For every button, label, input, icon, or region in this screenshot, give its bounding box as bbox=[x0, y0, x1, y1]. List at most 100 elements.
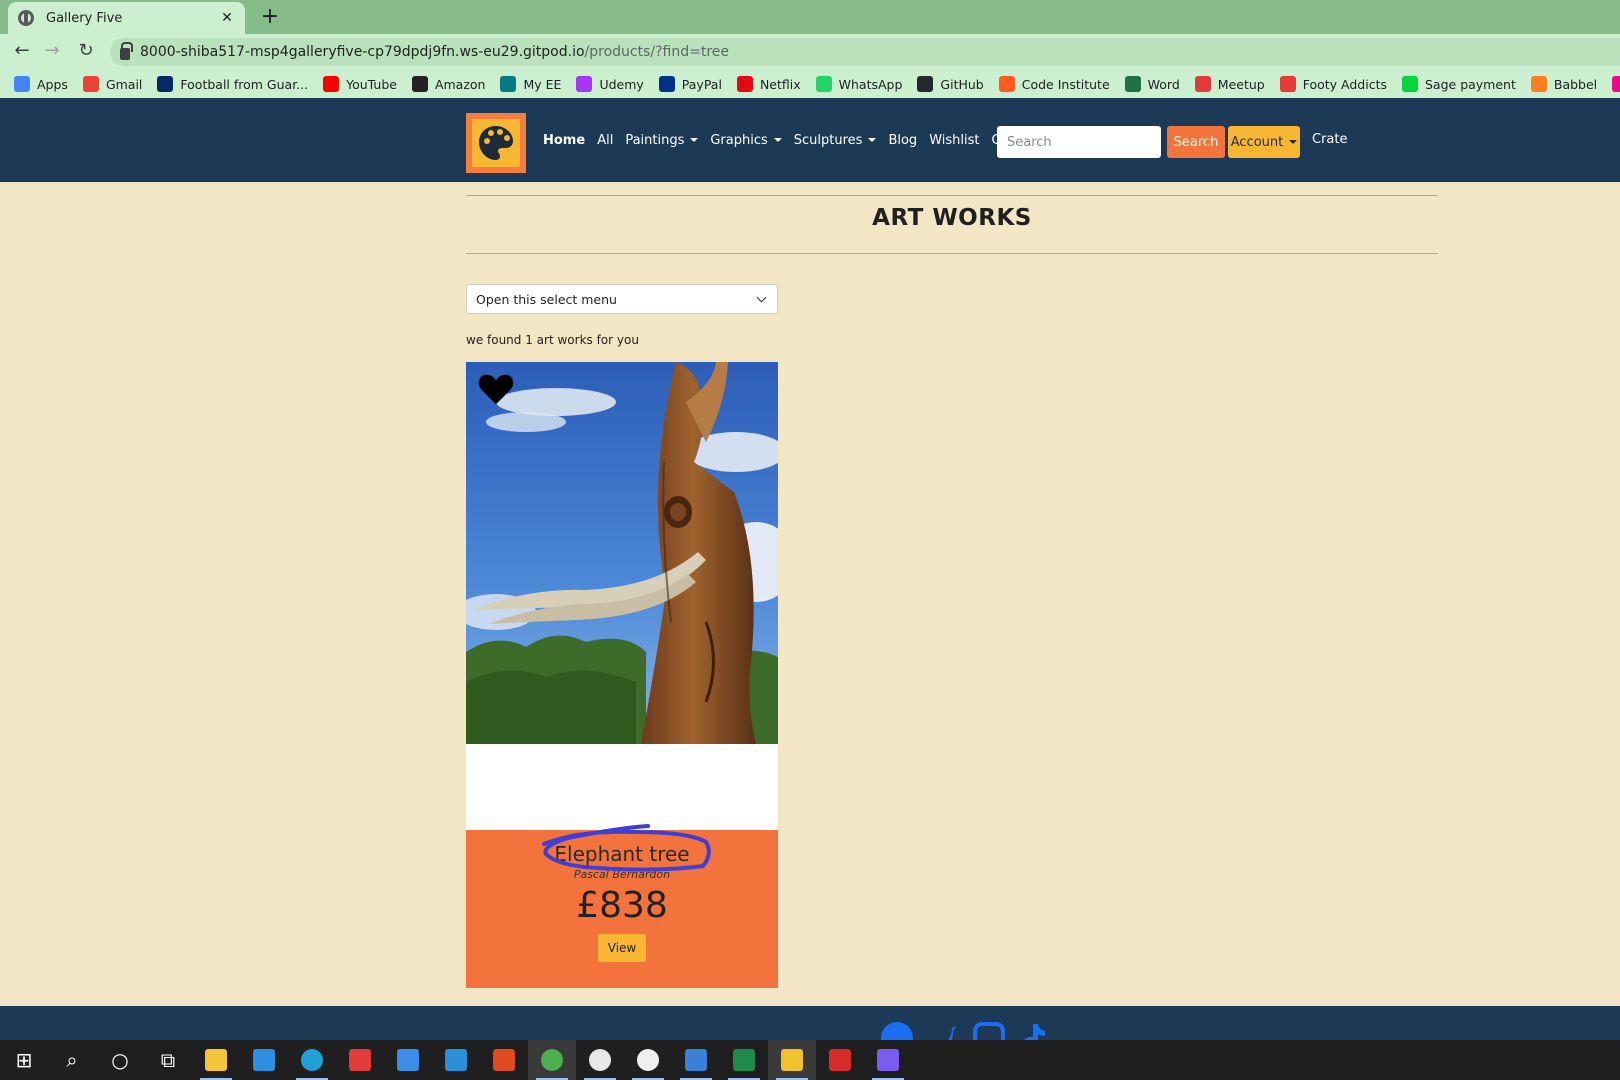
nav-home[interactable]: Home bbox=[543, 133, 585, 148]
tiktok-icon[interactable] bbox=[1017, 1022, 1049, 1040]
twitter-icon[interactable] bbox=[926, 1022, 958, 1040]
bookmark-label: WhatsApp bbox=[838, 76, 903, 92]
file-explorer-icon[interactable] bbox=[192, 1040, 240, 1080]
facebook-icon[interactable] bbox=[881, 1022, 913, 1040]
browser-tab[interactable]: Gallery Five ✕ bbox=[8, 2, 245, 34]
caret-down-icon bbox=[868, 138, 877, 142]
bookmark-pluralsight[interactable]: Pluralsight bbox=[1612, 76, 1620, 92]
chrome-icon[interactable] bbox=[528, 1040, 576, 1080]
github-icon bbox=[917, 76, 934, 92]
task-view-icon[interactable]: ⧉ bbox=[144, 1040, 192, 1080]
view-product-button[interactable]: View bbox=[597, 934, 647, 962]
product-image[interactable] bbox=[466, 362, 778, 744]
nav-graphics[interactable]: Graphics bbox=[710, 133, 782, 148]
bookmark-github[interactable]: GitHub bbox=[917, 76, 984, 92]
wishlist-heart-icon[interactable] bbox=[477, 371, 515, 407]
slack-icon[interactable] bbox=[576, 1040, 624, 1080]
nav-wishlist[interactable]: Wishlist bbox=[929, 133, 979, 148]
bookmark-label: Amazon bbox=[434, 76, 486, 92]
bookmark-paypal[interactable]: PayPal bbox=[658, 76, 722, 92]
paint-drop-icon[interactable] bbox=[864, 1040, 912, 1080]
bookmark-udemy[interactable]: Udemy bbox=[576, 76, 644, 92]
page-title: ART WORKS bbox=[872, 205, 1032, 231]
site-search-input[interactable] bbox=[997, 126, 1161, 158]
sort-select[interactable]: Open this select menu bbox=[466, 284, 778, 314]
site-search-button[interactable]: Search bbox=[1167, 126, 1225, 158]
bookmark-football-from-guar[interactable]: Football from Guar... bbox=[157, 76, 308, 92]
bookmark-gmail[interactable]: Gmail bbox=[82, 76, 143, 92]
site-logo[interactable] bbox=[466, 113, 526, 173]
lock-icon bbox=[120, 42, 133, 60]
divider-bottom bbox=[466, 253, 1438, 254]
bookmark-whatsapp[interactable]: WhatsApp bbox=[815, 76, 903, 92]
photos-icon[interactable] bbox=[672, 1040, 720, 1080]
security-shield-icon[interactable] bbox=[768, 1040, 816, 1080]
back-arrow-icon[interactable]: ← bbox=[10, 40, 34, 61]
bookmark-apps[interactable]: Apps bbox=[14, 76, 68, 92]
gmail-icon bbox=[82, 76, 99, 92]
edge-icon[interactable] bbox=[288, 1040, 336, 1080]
cortana-icon[interactable]: ○ bbox=[96, 1040, 144, 1080]
bookmark-label: Footy Addicts bbox=[1302, 76, 1387, 92]
paypal-icon bbox=[658, 76, 675, 92]
bookmark-label: Word bbox=[1147, 76, 1180, 92]
crate-link[interactable]: Crate bbox=[1312, 132, 1347, 147]
browser-tab-strip: Gallery Five ✕ + bbox=[0, 0, 1620, 34]
udemy-icon bbox=[576, 76, 593, 92]
bookmark-label: Babbel bbox=[1553, 76, 1598, 92]
store-icon[interactable] bbox=[240, 1040, 288, 1080]
bookmark-babbel[interactable]: Babbel bbox=[1530, 76, 1598, 92]
gift-icon[interactable] bbox=[336, 1040, 384, 1080]
sage-icon bbox=[1402, 76, 1418, 92]
nav-label: Blog bbox=[888, 132, 918, 148]
bookmark-meetup[interactable]: Meetup bbox=[1194, 76, 1265, 92]
ee-icon bbox=[500, 76, 517, 92]
product-card-body: Elephant tree Pascal Bernardon £838 View bbox=[466, 824, 778, 988]
product-card: Elephant tree Pascal Bernardon £838 View bbox=[466, 362, 778, 988]
close-tab-icon[interactable]: ✕ bbox=[219, 10, 235, 26]
search-icon[interactable]: ⌕ bbox=[48, 1040, 96, 1080]
mcafee-icon[interactable] bbox=[816, 1040, 864, 1080]
vscode-icon[interactable] bbox=[432, 1040, 480, 1080]
nav-blog[interactable]: Blog bbox=[888, 133, 917, 148]
caret-down-icon bbox=[1289, 140, 1298, 144]
new-tab-button[interactable]: + bbox=[258, 4, 282, 29]
bookmarks-bar: Apps Gmail Football from Guar... YouTube Ama… bbox=[0, 70, 1620, 98]
emoji-icon[interactable] bbox=[624, 1040, 672, 1080]
reload-icon[interactable]: ↻ bbox=[74, 40, 98, 61]
nav-label: Sculptures bbox=[793, 132, 863, 148]
youtube-icon bbox=[323, 76, 340, 92]
bookmark-label: Netflix bbox=[759, 76, 801, 92]
windows-start-icon[interactable]: ⊞ bbox=[0, 1040, 48, 1080]
excel-icon[interactable] bbox=[720, 1040, 768, 1080]
bookmark-code-institute[interactable]: Code Institute bbox=[998, 76, 1110, 92]
url-text: 8000-shiba517-msp4galleryfive-cp79dpdj9f… bbox=[140, 44, 730, 60]
netflix-icon bbox=[736, 76, 753, 92]
forward-arrow-icon[interactable]: → bbox=[40, 40, 64, 61]
bookmark-footy-addicts[interactable]: Footy Addicts bbox=[1279, 76, 1387, 92]
bookmark-word[interactable]: Word bbox=[1124, 76, 1180, 92]
office-icon[interactable] bbox=[480, 1040, 528, 1080]
nav-label: Paintings bbox=[625, 132, 685, 148]
bookmark-my-ee[interactable]: My EE bbox=[500, 76, 561, 92]
palette-icon bbox=[479, 126, 513, 160]
word-icon bbox=[1124, 76, 1141, 92]
pluralsight-icon bbox=[1612, 76, 1620, 92]
address-bar[interactable]: 8000-shiba517-msp4galleryfive-cp79dpdj9f… bbox=[110, 38, 1620, 66]
bookmark-youtube[interactable]: YouTube bbox=[323, 76, 397, 92]
amazon-icon bbox=[411, 76, 428, 92]
account-dropdown-button[interactable]: Account bbox=[1228, 126, 1300, 158]
bookmark-sage-payment[interactable]: Sage payment bbox=[1402, 76, 1516, 92]
mail-icon[interactable] bbox=[384, 1040, 432, 1080]
sort-select-value: Open this select menu bbox=[476, 291, 617, 307]
globe-icon bbox=[18, 10, 34, 26]
nav-paintings[interactable]: Paintings bbox=[625, 132, 699, 148]
bookmark-label: Gmail bbox=[105, 76, 143, 92]
bookmark-label: GitHub bbox=[940, 76, 984, 92]
nav-sculptures[interactable]: Sculptures bbox=[794, 133, 877, 148]
bookmark-netflix[interactable]: Netflix bbox=[736, 76, 801, 92]
instagram-icon[interactable] bbox=[973, 1022, 1005, 1040]
bookmark-amazon[interactable]: Amazon bbox=[411, 76, 486, 92]
nav-all[interactable]: All bbox=[597, 133, 613, 148]
tab-title: Gallery Five bbox=[46, 10, 123, 26]
